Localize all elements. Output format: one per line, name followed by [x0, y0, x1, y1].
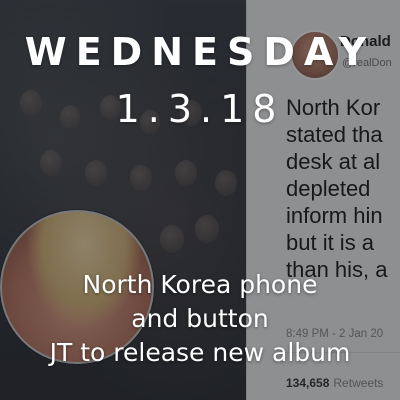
date-heading: 1.3.18 [115, 87, 285, 131]
day-heading: WEDNESDAY [24, 30, 376, 74]
story-list: North Korea phone and button JT to relea… [0, 268, 400, 370]
story-line: JT to release new album [49, 338, 351, 367]
graphic-canvas: Donald @realDon North Kor stated tha des… [0, 0, 400, 400]
story-line: and button [131, 304, 269, 333]
story-line: North Korea phone [82, 270, 318, 299]
